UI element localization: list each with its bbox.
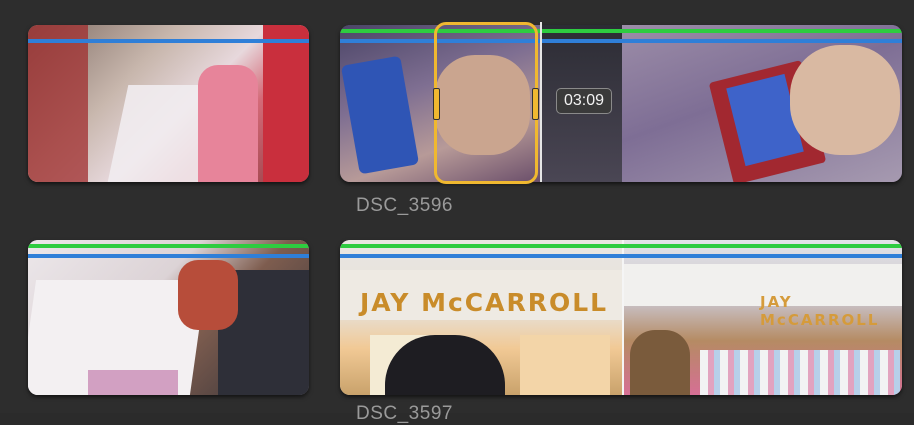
clip-name-label: DSC_3596 <box>356 195 453 216</box>
range-selection[interactable] <box>433 22 539 184</box>
banner-text: JAY McCARROLL <box>760 293 880 329</box>
range-end-handle[interactable] <box>532 88 539 120</box>
skimmer-timecode: 03:09 <box>556 88 613 114</box>
skimmer-playhead[interactable] <box>540 22 542 182</box>
event-browser: 03:09 DSC_3596 JAY McCARROLL JAY McCARRO… <box>0 0 914 424</box>
clip-name-label: DSC_3597 <box>356 403 453 424</box>
range-start-handle[interactable] <box>433 88 440 120</box>
clip-thumbnail[interactable] <box>28 25 309 182</box>
clip-thumbnail[interactable]: JAY McCARROLL JAY McCARROLL <box>340 240 902 395</box>
clip-thumbnail[interactable] <box>340 25 902 182</box>
banner-text: JAY McCARROLL <box>360 288 609 317</box>
clip-thumbnail[interactable] <box>28 240 309 395</box>
